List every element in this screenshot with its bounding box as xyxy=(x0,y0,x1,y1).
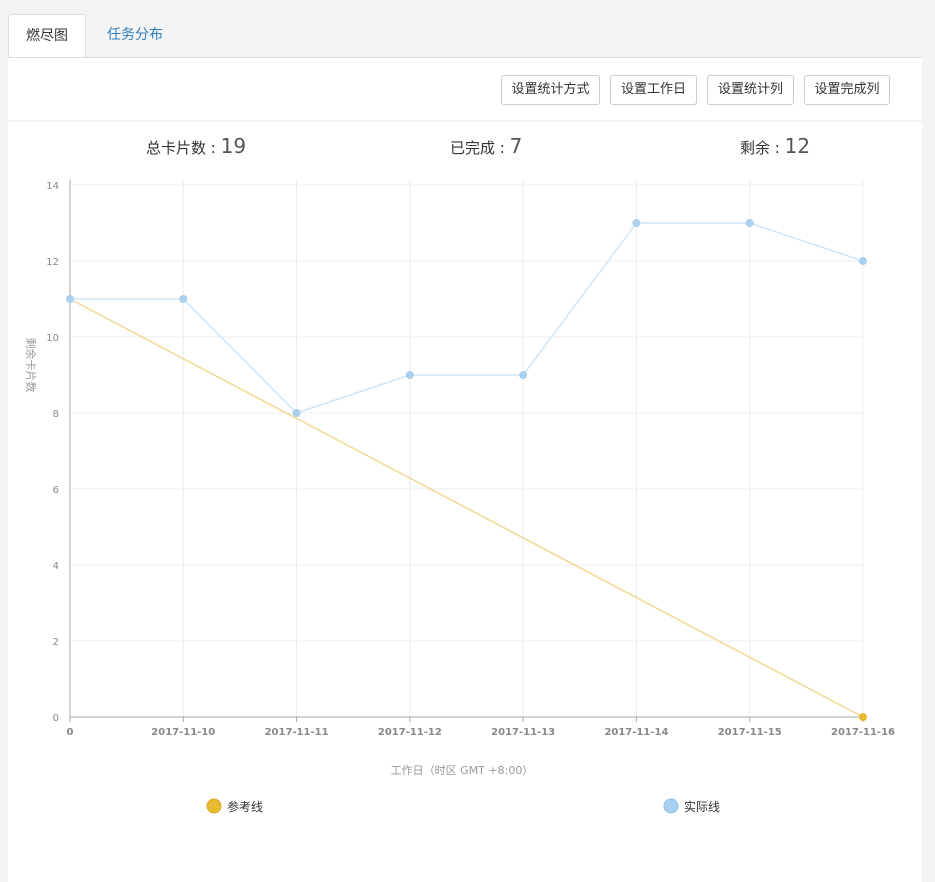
y-tick-label: 2 xyxy=(53,637,59,648)
series-point-1 xyxy=(66,295,74,303)
chart-legend: 参考线 实际线 xyxy=(206,798,720,814)
chart-series xyxy=(66,219,867,721)
legend-label: 实际线 xyxy=(684,799,720,814)
x-tick-label: 2017-11-14 xyxy=(604,727,668,738)
y-tick-label: 10 xyxy=(46,333,59,344)
legend-marker xyxy=(663,798,679,814)
x-tick-label: 2017-11-10 xyxy=(151,727,215,738)
legend-marker xyxy=(206,798,222,814)
x-tick-label: 2017-11-15 xyxy=(718,727,782,738)
series-point-1 xyxy=(292,409,301,417)
series-point-1 xyxy=(632,219,641,227)
legend-label: 参考线 xyxy=(227,799,263,814)
series-point-1 xyxy=(519,371,528,379)
x-tick-label: 2017-11-13 xyxy=(491,727,555,738)
burndown-chart: 0 2 4 6 8 10 12 14 0 2017-11-10 2017-11-11 2017-11-… xyxy=(24,180,895,814)
series-line-0 xyxy=(69,298,864,718)
series-point-1 xyxy=(859,257,867,265)
y-tick-label: 4 xyxy=(53,561,59,572)
x-tick-label: 0 xyxy=(67,727,74,738)
series-point-1 xyxy=(179,295,188,303)
x-axis-label: 工作日（时区 GMT +8:00） xyxy=(391,764,534,777)
series-point-1 xyxy=(745,219,754,227)
series-point-1 xyxy=(405,371,414,379)
x-tick-label: 2017-11-12 xyxy=(378,727,442,738)
chart-grid xyxy=(69,180,864,718)
y-axis-label: 剩余卡片数 xyxy=(24,338,38,393)
chart-axes: 0 2 4 6 8 10 12 14 0 2017-11-10 2017-11-11 2017-11-… xyxy=(46,180,895,738)
series-point-0 xyxy=(859,713,867,721)
y-tick-label: 14 xyxy=(46,181,59,192)
x-tick-label: 2017-11-11 xyxy=(265,727,329,738)
y-tick-label: 12 xyxy=(46,257,59,268)
x-tick-label: 2017-11-16 xyxy=(831,727,895,738)
y-tick-label: 0 xyxy=(53,713,59,724)
y-tick-label: 8 xyxy=(53,409,59,420)
y-tick-label: 6 xyxy=(53,485,59,496)
series-line-1 xyxy=(70,222,864,414)
